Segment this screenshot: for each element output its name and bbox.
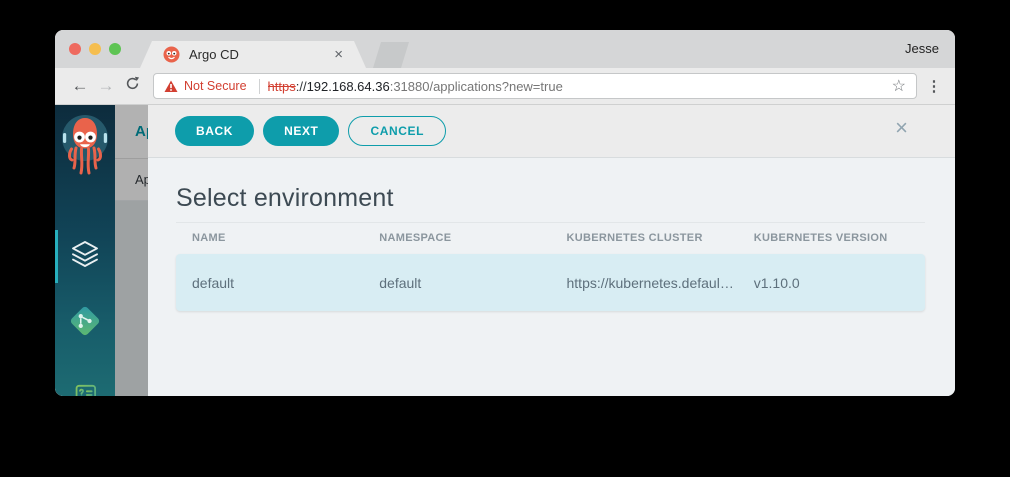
zoom-window-button[interactable]	[109, 43, 121, 55]
minimize-window-button[interactable]	[89, 43, 101, 55]
url-path: :31880/applications?new=true	[390, 79, 563, 94]
table-header-row: NAME NAMESPACE KUBERNETES CLUSTER KUBERN…	[176, 222, 925, 254]
panel-title: Select environment	[176, 184, 955, 213]
column-header-version: KUBERNETES VERSION	[738, 232, 925, 244]
forward-nav-icon[interactable]: →	[93, 76, 119, 96]
browser-window: Argo CD × Jesse ← → Not Secure https://1…	[55, 30, 955, 396]
new-application-panel: BACK NEXT CANCEL × Select environment NA…	[148, 105, 955, 396]
tab-close-icon[interactable]: ×	[334, 46, 343, 63]
column-header-namespace: NAMESPACE	[363, 232, 550, 244]
sidebar-item-help[interactable]	[69, 381, 102, 396]
table-row[interactable]: default default https://kubernetes.defau…	[176, 254, 925, 311]
cell-version: v1.10.0	[738, 275, 925, 291]
git-commit-icon	[68, 304, 102, 338]
address-toolbar: ← → Not Secure https://192.168.64.36:318…	[55, 68, 955, 105]
sidebar-item-applications[interactable]	[69, 238, 101, 275]
window-controls	[69, 43, 121, 55]
argocd-favicon-icon	[163, 46, 180, 63]
url-host: 192.168.64.36	[307, 79, 390, 94]
cell-name: default	[176, 275, 363, 291]
browser-profile-name[interactable]: Jesse	[905, 30, 939, 68]
browser-tab[interactable]: Argo CD ×	[140, 41, 366, 68]
next-button[interactable]: NEXT	[263, 116, 339, 146]
help-book-icon	[69, 381, 102, 396]
tab-strip: Argo CD × Jesse	[55, 30, 955, 68]
close-panel-icon[interactable]: ×	[895, 117, 908, 139]
close-window-button[interactable]	[69, 43, 81, 55]
layers-icon	[69, 238, 101, 270]
reload-icon[interactable]	[119, 76, 145, 96]
column-header-cluster: KUBERNETES CLUSTER	[551, 232, 738, 244]
url-scheme: https	[268, 79, 296, 94]
active-nav-indicator	[55, 230, 58, 283]
tab-title: Argo CD	[189, 47, 239, 62]
back-nav-icon[interactable]: ←	[67, 76, 93, 96]
not-secure-label[interactable]: Not Secure	[184, 79, 247, 93]
bookmark-star-icon[interactable]: ☆	[892, 76, 906, 96]
url-bar[interactable]: Not Secure https://192.168.64.36:31880/a…	[153, 73, 917, 99]
page-content: Applications Applications BACK NEXT CANC…	[55, 105, 955, 396]
browser-menu-icon[interactable]: ⋮	[925, 77, 943, 95]
cell-cluster: https://kubernetes.defaul…	[551, 275, 738, 291]
back-button[interactable]: BACK	[175, 116, 254, 146]
new-tab-button[interactable]	[373, 42, 409, 68]
panel-toolbar: BACK NEXT CANCEL ×	[148, 105, 955, 158]
argocd-sidebar	[55, 105, 115, 396]
column-header-name: NAME	[176, 232, 363, 244]
environments-table: NAME NAMESPACE KUBERNETES CLUSTER KUBERN…	[176, 222, 925, 311]
sidebar-item-settings[interactable]	[68, 304, 102, 343]
cancel-button[interactable]: CANCEL	[348, 116, 446, 146]
argocd-logo-icon	[61, 110, 109, 188]
url-text[interactable]: https://192.168.64.36:31880/applications…	[268, 79, 884, 94]
cell-namespace: default	[363, 275, 550, 291]
url-divider	[259, 79, 260, 94]
url-separator: ://	[296, 79, 307, 94]
warning-triangle-icon	[164, 80, 178, 93]
